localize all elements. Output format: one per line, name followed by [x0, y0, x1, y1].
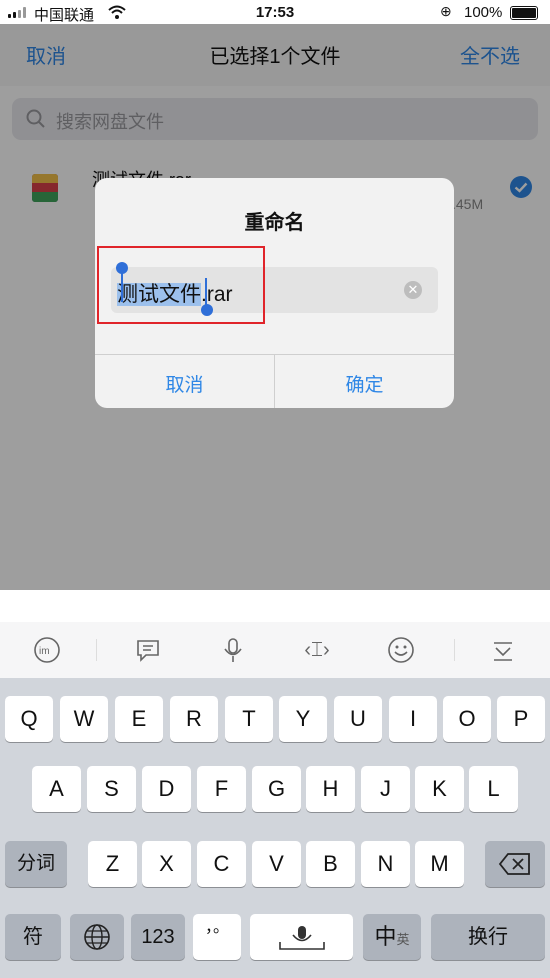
segment-key[interactable]: 分词 [5, 841, 67, 887]
svg-text:im: im [39, 646, 50, 657]
key-i[interactable]: I [389, 696, 437, 742]
clear-input-icon[interactable]: ✕ [404, 281, 422, 299]
cursor-icon[interactable]: ‹⌶› [297, 634, 337, 666]
key-o[interactable]: O [443, 696, 491, 742]
highlight-box [97, 246, 265, 324]
key-u[interactable]: U [334, 696, 382, 742]
key-z[interactable]: Z [88, 841, 137, 887]
symbol-key[interactable]: 符 [5, 914, 61, 960]
key-w[interactable]: W [60, 696, 108, 742]
language-switch-key[interactable]: 中英 [363, 914, 421, 960]
space-microphone-icon [278, 926, 325, 950]
key-a[interactable]: A [32, 766, 81, 812]
key-y[interactable]: Y [279, 696, 327, 742]
key-q[interactable]: Q [5, 696, 53, 742]
globe-icon [84, 924, 110, 950]
backspace-key[interactable] [485, 841, 545, 887]
punctuation-key[interactable]: ，。 [193, 914, 241, 960]
key-l[interactable]: L [469, 766, 518, 812]
number-key[interactable]: 123 [131, 914, 185, 960]
key-e[interactable]: E [115, 696, 163, 742]
ime-logo-icon[interactable]: im [27, 634, 67, 666]
dialog-cancel-button[interactable]: 取消 [95, 370, 274, 397]
space-key[interactable] [250, 914, 353, 960]
return-key[interactable]: 换行 [431, 914, 545, 960]
keyboard-toolbar [0, 622, 550, 678]
key-b[interactable]: B [306, 841, 355, 887]
key-v[interactable]: V [252, 841, 301, 887]
key-r[interactable]: R [170, 696, 218, 742]
status-bar: 中国联通 17:53 ⊕ 100% [0, 0, 550, 24]
emoji-icon[interactable] [381, 634, 421, 666]
key-k[interactable]: K [415, 766, 464, 812]
key-x[interactable]: X [142, 841, 191, 887]
key-g[interactable]: G [252, 766, 301, 812]
message-icon[interactable] [128, 634, 168, 666]
key-n[interactable]: N [361, 841, 410, 887]
toolbar-divider [96, 639, 97, 661]
toolbar-divider [454, 639, 455, 661]
language-english-label: 英 [396, 932, 410, 947]
collapse-keyboard-icon[interactable] [483, 634, 523, 666]
key-j[interactable]: J [361, 766, 410, 812]
dialog-title: 重命名 [244, 212, 305, 234]
language-chinese-label: 中 [374, 924, 397, 949]
key-f[interactable]: F [197, 766, 246, 812]
battery-icon [510, 6, 538, 20]
key-c[interactable]: C [197, 841, 246, 887]
orientation-lock-icon: ⊕ [440, 3, 452, 19]
key-d[interactable]: D [142, 766, 191, 812]
globe-key[interactable] [70, 914, 124, 960]
key-t[interactable]: T [225, 696, 273, 742]
dialog-confirm-button[interactable]: 确定 [275, 370, 454, 397]
key-m[interactable]: M [415, 841, 464, 887]
microphone-icon[interactable] [213, 634, 253, 666]
battery-percent: 100% [464, 4, 503, 21]
backspace-icon [498, 853, 530, 875]
key-s[interactable]: S [87, 766, 136, 812]
key-h[interactable]: H [306, 766, 355, 812]
key-p[interactable]: P [497, 696, 545, 742]
dim-overlay-top [0, 24, 550, 86]
